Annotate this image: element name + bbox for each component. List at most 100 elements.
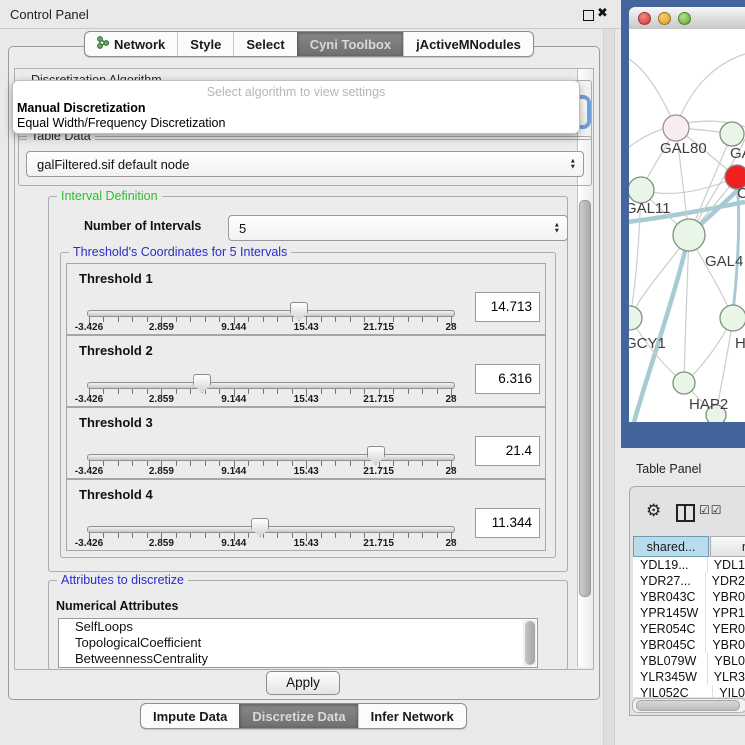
slider-tick (350, 389, 351, 394)
threshold-value-field[interactable]: 11.344 (475, 508, 540, 538)
table-row[interactable]: YBL079WYBL0 (633, 653, 745, 669)
attribute-item-selfloops[interactable]: SelfLoops (59, 619, 537, 635)
cell-shared-name: YER054C (633, 621, 705, 637)
algorithm-option-equal-width-frequency-discretization[interactable]: Equal Width/Frequency Discretization (17, 116, 225, 130)
slider-tick (422, 389, 423, 394)
vertical-scrollbar-thumb[interactable] (579, 200, 591, 597)
column-header-shared-name[interactable]: shared... (633, 536, 709, 557)
network-canvas[interactable]: GAL80GACGAL11GAL4GCY1HHAP2 (629, 29, 745, 422)
network-node-gal80[interactable] (663, 115, 689, 141)
slider-tick (118, 461, 119, 466)
slider-tick-label: -3.426 (65, 466, 113, 477)
number-of-intervals-combo[interactable]: 5 ▲▼ (228, 215, 568, 241)
numerical-attributes-list[interactable]: SelfLoopsTopologicalCoefficientBetweenne… (58, 618, 538, 668)
slider-tick (335, 461, 336, 466)
attribute-item-betweennesscentrality[interactable]: BetweennessCentrality (59, 651, 537, 667)
close-traffic-light[interactable] (638, 12, 651, 25)
table-row[interactable]: YBR043CYBR0 (633, 589, 745, 605)
network-node-gal4[interactable] (673, 219, 705, 251)
tab-style[interactable]: Style (177, 32, 233, 56)
minimize-traffic-light[interactable] (658, 12, 671, 25)
table-row[interactable]: YDL19...YDL1 (633, 557, 745, 573)
tab-infer-network[interactable]: Infer Network (358, 704, 466, 728)
column-header-name[interactable]: name (710, 536, 745, 557)
cell-name: YBR0 (705, 637, 745, 653)
slider-tick (335, 317, 336, 322)
zoom-traffic-light[interactable] (678, 12, 691, 25)
slider-tick-label: 28 (427, 322, 475, 333)
table-row[interactable]: YLR345WYLR3 (633, 669, 745, 685)
slider-track[interactable] (87, 310, 455, 317)
control-panel-titlebar (0, 0, 621, 29)
attribute-item-topologicalcoefficient[interactable]: TopologicalCoefficient (59, 635, 537, 651)
cell-shared-name: YBL079W (633, 653, 707, 669)
slider-tick (408, 389, 409, 394)
network-node-top-right[interactable] (720, 122, 744, 146)
table-row[interactable]: YPR145WYPR1 (633, 605, 745, 621)
threshold-value-field[interactable]: 14.713 (475, 292, 540, 322)
float-window-icon[interactable] (583, 10, 594, 21)
threshold-value-field[interactable]: 21.4 (475, 436, 540, 466)
gear-icon[interactable]: ⚙ (646, 501, 661, 521)
combo-arrows-icon: ▲▼ (554, 223, 560, 234)
slider-thumb[interactable] (251, 518, 269, 537)
control-panel-tabs: Network Style SelectCyni ToolboxjActiveMNo… (84, 31, 534, 57)
slider-track[interactable] (87, 526, 455, 533)
slider-tick-label: 21.715 (355, 322, 403, 333)
slider-thumb[interactable] (367, 446, 385, 465)
tab-label: Network (114, 37, 165, 52)
algorithm-option-manual-discretization[interactable]: Manual Discretization (17, 101, 146, 115)
network-window-titlebar[interactable] (629, 7, 745, 30)
table-row[interactable]: YBR045CYBR0 (633, 637, 745, 653)
cell-name: YER0 (705, 621, 745, 637)
cell-shared-name: YIL052C (633, 685, 712, 697)
split-columns-icon[interactable] (676, 504, 695, 522)
cell-name: YBL0 (707, 653, 745, 669)
node-label-ga: GA (730, 145, 745, 162)
cell-shared-name: YBR045C (633, 637, 705, 653)
number-of-intervals-label: Number of Intervals (84, 219, 201, 233)
table-data-combo[interactable]: galFiltered.sif default node ▲▼ (26, 151, 584, 177)
network-node-right-mid[interactable] (720, 305, 745, 331)
network-node-gcy1[interactable] (629, 306, 642, 330)
slider-track[interactable] (87, 382, 455, 389)
node-label-gal11: GAL11 (629, 200, 671, 217)
table-row[interactable]: YER054CYER0 (633, 621, 745, 637)
threshold-value-field[interactable]: 6.316 (475, 364, 540, 394)
tab-impute-data[interactable]: Impute Data (141, 704, 239, 728)
threshold-label: Threshold 3 (79, 415, 153, 430)
table-rows[interactable]: YDL19...YDL1YDR27...YDR2YBR043CYBR0YPR14… (633, 557, 745, 697)
horizontal-scrollbar-thumb[interactable] (636, 700, 740, 711)
tab-discretize-data[interactable]: Discretize Data (239, 704, 357, 728)
slider-tick (190, 389, 191, 394)
threshold-panel-4: Threshold 4-3.4262.8599.14415.4321.71528… (66, 479, 546, 551)
group-title: Interval Definition (57, 189, 162, 203)
slider-tick (408, 461, 409, 466)
list-scrollbar-track[interactable] (523, 620, 536, 666)
network-node-hap2[interactable] (673, 372, 695, 394)
tab-jactivemnodules[interactable]: jActiveMNodules (403, 32, 533, 56)
slider-tick-label: 9.144 (210, 538, 258, 549)
apply-button[interactable]: Apply (266, 671, 340, 695)
network-icon (97, 35, 109, 53)
algorithm-dropdown-popup: Select algorithm to view settings Manual… (12, 80, 580, 134)
cell-name: YBR0 (705, 589, 745, 605)
slider-tick (118, 389, 119, 394)
list-scrollbar-thumb[interactable] (525, 621, 535, 665)
network-edge (676, 54, 745, 128)
slider-tick (118, 533, 119, 538)
slider-thumb[interactable] (193, 374, 211, 393)
close-icon[interactable]: ✖ (597, 5, 608, 21)
table-row[interactable]: YDR27...YDR2 (633, 573, 745, 589)
checkbox-icons[interactable]: ☑☑ (699, 503, 723, 517)
panel-divider[interactable] (603, 29, 615, 745)
cell-shared-name: YDL19... (633, 557, 707, 573)
tab-label: Style (190, 37, 221, 52)
tab-select[interactable]: Select (233, 32, 296, 56)
slider-tick (190, 461, 191, 466)
tab-cyni-toolbox[interactable]: Cyni Toolbox (297, 32, 403, 56)
table-row[interactable]: YIL052CYIL0 (633, 685, 745, 697)
cell-shared-name: YDR27... (633, 573, 705, 589)
tab-network[interactable]: Network (85, 32, 177, 56)
slider-track[interactable] (87, 454, 455, 461)
